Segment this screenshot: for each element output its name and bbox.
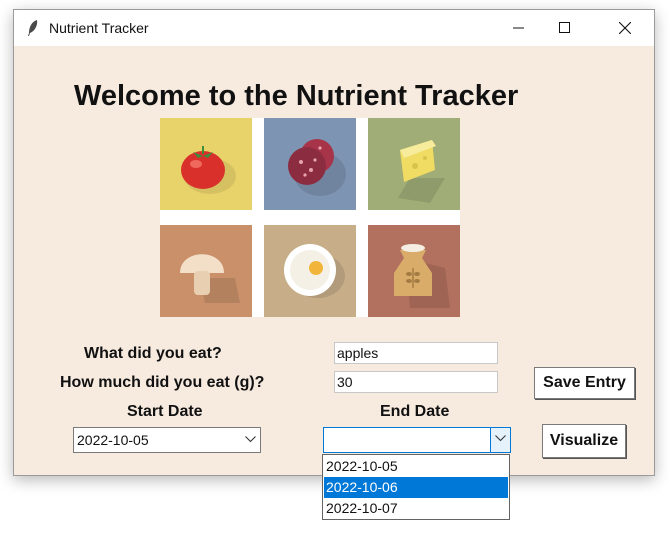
maximize-button[interactable]	[542, 10, 588, 46]
dropdown-option[interactable]: 2022-10-07	[324, 498, 508, 519]
end-date-select[interactable]	[323, 427, 511, 453]
chevron-down-icon	[245, 436, 256, 443]
cheese-icon	[368, 118, 460, 210]
amount-input[interactable]	[334, 371, 498, 393]
save-entry-button[interactable]: Save Entry	[534, 367, 635, 399]
salami-icon	[264, 118, 356, 210]
close-icon	[619, 22, 631, 34]
title-bar[interactable]: Nutrient Tracker	[14, 10, 654, 46]
amount-question-label: How much did you eat (g)?	[60, 374, 265, 391]
start-date-value: 2022-10-05	[77, 432, 149, 448]
food-grid-image	[160, 118, 460, 317]
end-date-dropdown-list: 2022-10-05 2022-10-06 2022-10-07	[322, 454, 510, 520]
flour-sack-icon	[368, 225, 460, 317]
tomato-icon	[160, 118, 252, 210]
feather-icon	[28, 20, 38, 36]
start-date-select[interactable]: 2022-10-05	[73, 427, 261, 453]
maximize-icon	[559, 22, 570, 33]
app-window: Nutrient Tracker Welcome to the Nutrient…	[13, 9, 655, 476]
visualize-button-label: Visualize	[549, 432, 619, 449]
visualize-button[interactable]: Visualize	[542, 424, 626, 458]
dropdown-option[interactable]: 2022-10-05	[324, 456, 508, 477]
minimize-button[interactable]	[496, 10, 542, 46]
dropdown-option-selected[interactable]: 2022-10-06	[324, 477, 508, 498]
window-title: Nutrient Tracker	[49, 20, 149, 36]
start-date-label: Start Date	[127, 403, 203, 420]
page-title: Welcome to the Nutrient Tracker	[74, 80, 519, 112]
end-date-dropdown-toggle[interactable]	[490, 428, 510, 452]
save-entry-button-label: Save Entry	[543, 374, 626, 391]
minimize-icon	[513, 27, 524, 29]
chevron-down-icon	[495, 435, 506, 442]
fried-egg-icon	[264, 225, 356, 317]
food-input[interactable]	[334, 342, 498, 364]
end-date-label: End Date	[380, 403, 450, 420]
close-button[interactable]	[602, 10, 648, 46]
mushroom-icon	[160, 225, 252, 317]
food-question-label: What did you eat?	[84, 345, 222, 362]
